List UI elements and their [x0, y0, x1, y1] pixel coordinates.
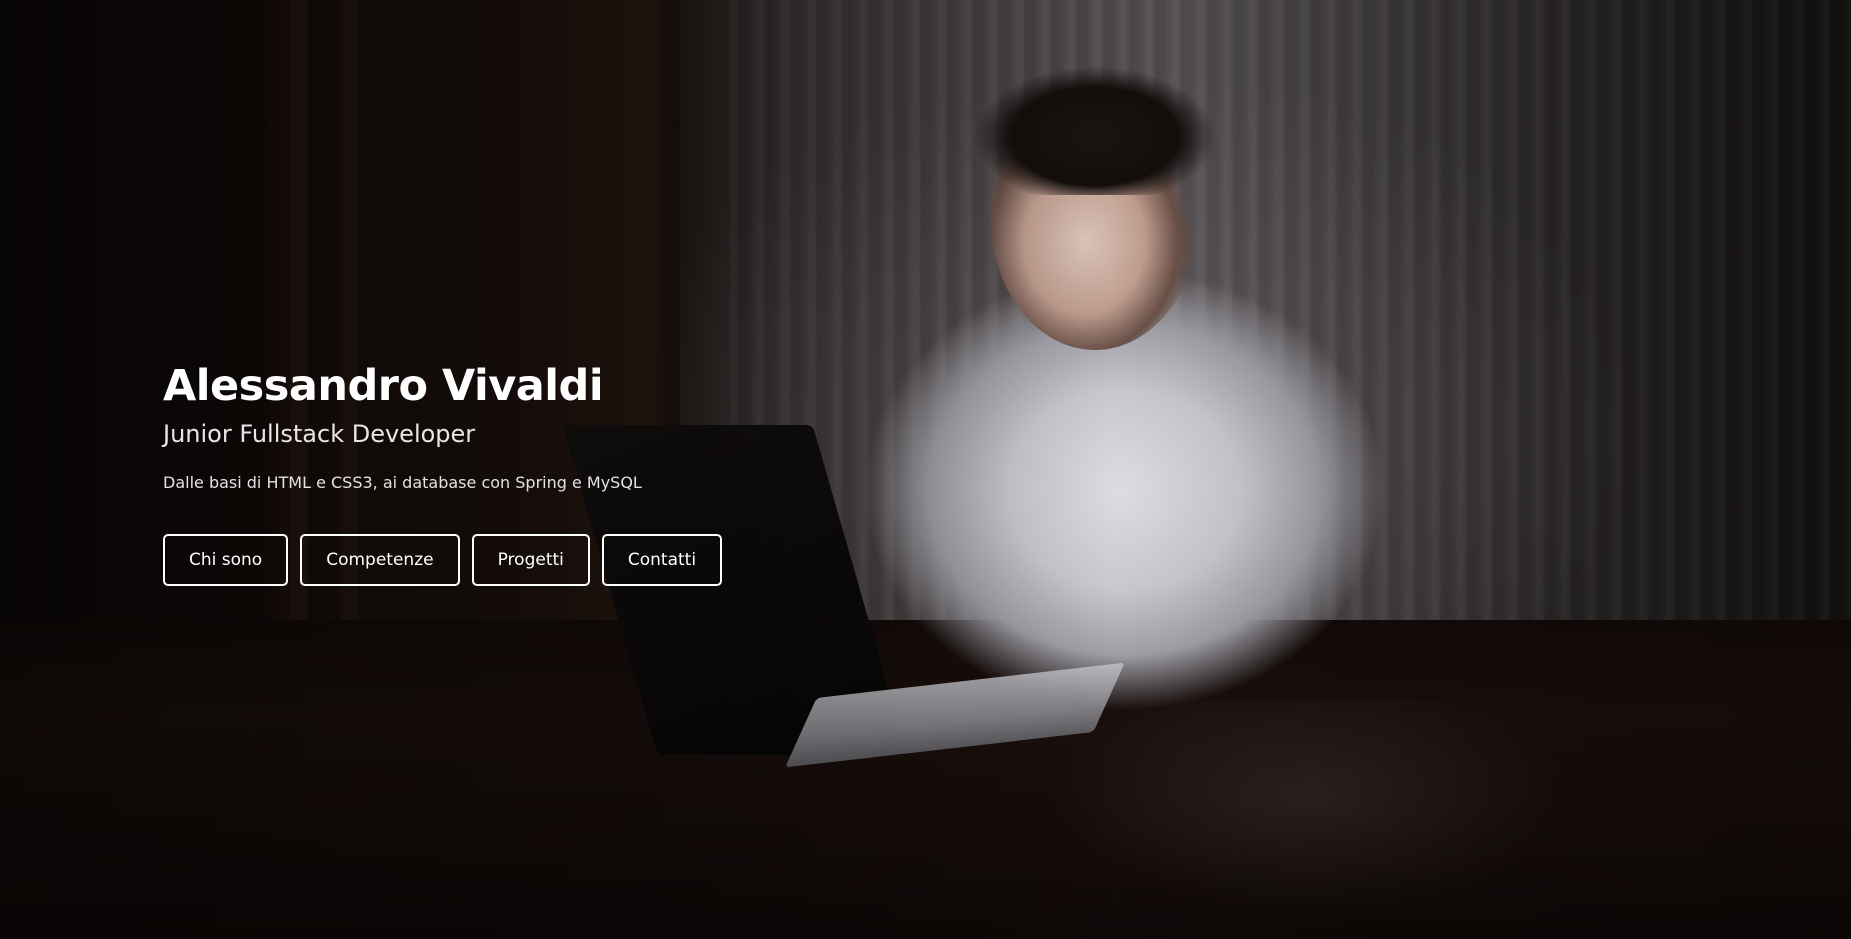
hero-content: Alessandro Vivaldi Junior Fullstack Deve…: [163, 358, 723, 586]
chi-sono-button[interactable]: Chi sono: [163, 534, 289, 586]
contatti-button[interactable]: Contatti: [601, 534, 723, 586]
hero-role: Junior Fullstack Developer: [163, 420, 476, 448]
hero-section: Alessandro Vivaldi Junior Fullstack Deve…: [0, 0, 1851, 939]
progetti-button[interactable]: Progetti: [471, 534, 590, 586]
hero-nav-buttons: Chi sono Competenze Progetti Contatti: [163, 534, 723, 586]
competenze-button[interactable]: Competenze: [300, 534, 460, 586]
hero-tagline: Dalle basi di HTML e CSS3, ai database c…: [163, 473, 642, 492]
hero-name: Alessandro Vivaldi: [163, 361, 604, 411]
